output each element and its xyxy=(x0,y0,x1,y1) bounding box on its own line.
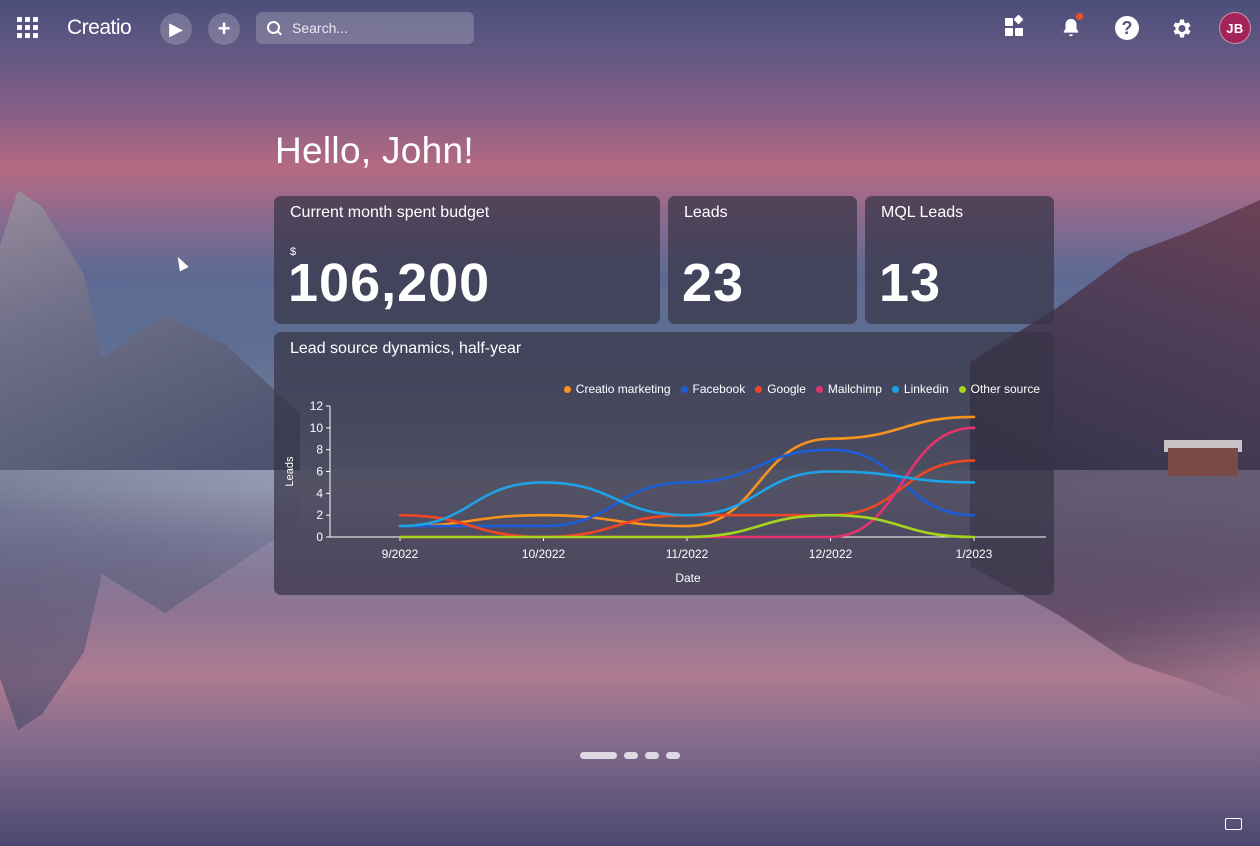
y-tick-label: 2 xyxy=(316,508,323,522)
mql-leads-value: 13 xyxy=(879,253,942,313)
boathouse-roof xyxy=(1164,440,1242,452)
y-axis-label: Leads xyxy=(284,456,296,486)
mql-leads-widget[interactable]: MQL Leads 13 xyxy=(865,196,1054,324)
run-process-button[interactable]: ▶ xyxy=(160,13,192,45)
mql-leads-title: MQL Leads xyxy=(881,204,964,221)
help-icon[interactable]: ? xyxy=(1115,16,1139,40)
creatio-logo[interactable]: Creatio xyxy=(67,16,132,40)
x-tick-label: 10/2022 xyxy=(522,547,566,561)
pager-dot[interactable] xyxy=(624,752,638,759)
x-tick-label: 11/2022 xyxy=(666,547,709,561)
x-axis-label: Date xyxy=(675,571,701,585)
top-bar: Creatio ▶ + ? JB xyxy=(0,0,1260,56)
x-tick-label: 12/2022 xyxy=(809,547,853,561)
add-button[interactable]: + xyxy=(208,13,240,45)
plus-icon: + xyxy=(217,16,231,41)
y-tick-label: 6 xyxy=(316,465,323,479)
budget-value: 106,200 xyxy=(288,253,491,313)
leads-title: Leads xyxy=(684,204,728,221)
search-icon xyxy=(267,20,282,36)
leads-widget[interactable]: Leads 23 xyxy=(668,196,857,324)
boathouse xyxy=(1168,448,1238,476)
user-avatar[interactable]: JB xyxy=(1219,12,1251,44)
mouse-cursor-icon xyxy=(173,254,189,272)
line-chart: 0 2 4 6 8 10 12 9/2022 10/2022 11/2022 12/2022 1/20… xyxy=(284,399,1046,585)
pager-dot[interactable] xyxy=(666,752,680,759)
y-tick-label: 0 xyxy=(316,530,323,544)
y-tick-label: 8 xyxy=(316,443,323,457)
mountain-left xyxy=(0,190,300,470)
dashboard-pager xyxy=(580,752,680,759)
greeting-title: Hello, John! xyxy=(275,130,474,171)
y-tick-label: 12 xyxy=(310,399,324,413)
budget-title: Current month spent budget xyxy=(290,204,490,221)
pager-dot-active[interactable] xyxy=(580,752,617,759)
app-hub-icon[interactable] xyxy=(1003,14,1027,40)
lead-source-chart-widget[interactable]: Lead source dynamics, half-year Creatio … xyxy=(274,332,1054,595)
pager-dot[interactable] xyxy=(645,752,659,759)
x-tick-label: 1/2023 xyxy=(956,547,993,561)
notification-badge xyxy=(1076,13,1083,20)
keyboard-icon[interactable] xyxy=(1225,818,1242,830)
reflection-left xyxy=(0,470,300,730)
search-box[interactable] xyxy=(256,12,474,44)
budget-widget[interactable]: Current month spent budget $ 106,200 xyxy=(274,196,660,324)
search-input[interactable] xyxy=(290,19,474,37)
leads-value: 23 xyxy=(682,253,745,313)
app-launcher-icon[interactable] xyxy=(17,17,39,39)
y-tick-label: 10 xyxy=(310,421,324,435)
x-tick-label: 9/2022 xyxy=(382,547,419,561)
play-icon: ▶ xyxy=(169,18,183,39)
settings-gear-icon[interactable] xyxy=(1170,16,1194,40)
notifications-bell-icon[interactable] xyxy=(1059,13,1083,40)
y-tick-label: 4 xyxy=(316,486,323,500)
